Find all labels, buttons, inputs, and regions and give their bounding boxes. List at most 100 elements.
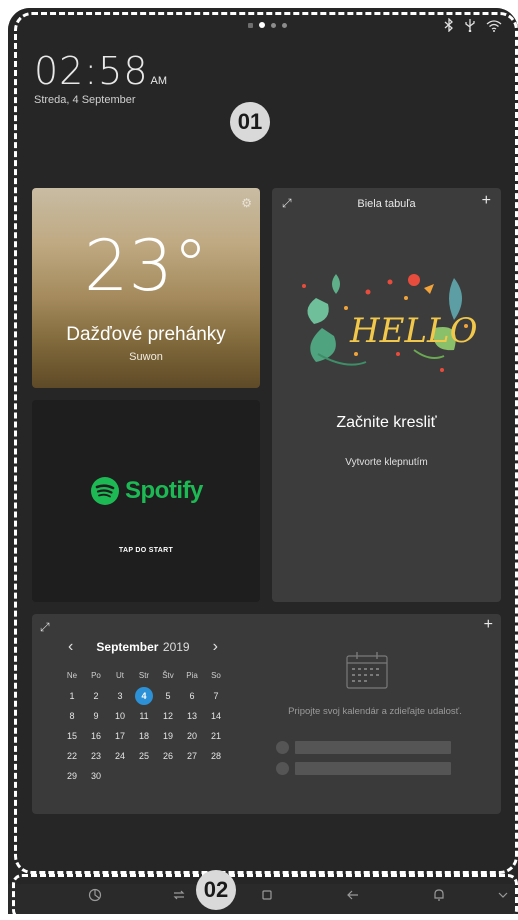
device-frame: 02:58 AM Streda, 4 September ⚙ 23° Dažďov… <box>8 8 518 914</box>
calendar-header: ‹ September 2019 › <box>68 638 218 656</box>
calendar-day[interactable]: 15 <box>60 726 84 746</box>
placeholder-bar <box>295 740 451 754</box>
chevron-right-icon[interactable]: › <box>213 638 218 656</box>
calendar-day[interactable]: 27 <box>180 746 204 766</box>
collapse-icon[interactable] <box>492 888 514 905</box>
calendar-day[interactable]: 11 <box>132 706 156 726</box>
whiteboard-title: Biela tabuľa <box>357 198 416 210</box>
spotify-icon <box>91 477 119 505</box>
hello-text: HELLO <box>349 311 478 351</box>
weekday-label: Pia <box>186 671 198 680</box>
calendar-empty-cell <box>156 766 180 786</box>
weekday-label: Po <box>91 671 101 680</box>
spotify-wordmark: Spotify <box>125 477 203 504</box>
hello-illustration: HELLO <box>302 274 478 372</box>
calendar-day[interactable]: 29 <box>60 766 84 786</box>
calendar-day[interactable]: 17 <box>108 726 132 746</box>
calendar-day[interactable]: 6 <box>180 686 204 706</box>
expand-icon[interactable]: ⤢ <box>40 620 50 635</box>
calendar-year: 2019 <box>162 640 190 654</box>
page-indicator[interactable] <box>248 22 287 28</box>
weekday-label: Str <box>138 671 150 680</box>
apps-icon[interactable] <box>84 888 106 905</box>
calendar-day[interactable]: 22 <box>60 746 84 766</box>
weekday-label: Štv <box>162 671 174 680</box>
placeholder-bar <box>295 761 451 775</box>
calendar-empty-cell <box>204 766 228 786</box>
region-label-01: 01 <box>230 102 270 142</box>
calendar-placeholder-icon <box>346 652 388 689</box>
spotify-tap-label: TAP DO START <box>118 547 174 554</box>
weekday-label: Ne <box>66 671 78 680</box>
back-icon[interactable] <box>342 888 364 905</box>
weather-temperature: 23° <box>83 225 209 307</box>
calendar-day[interactable]: 20 <box>180 726 204 746</box>
recents-icon[interactable] <box>168 888 190 905</box>
spotify-logo: Spotify <box>90 476 203 506</box>
page-dot-active[interactable] <box>259 22 265 28</box>
page-dot[interactable] <box>282 22 287 28</box>
add-icon[interactable]: + <box>482 192 491 210</box>
weather-widget[interactable]: ⚙ 23° Dažďové prehánky Suwon <box>32 188 260 388</box>
calendar-day[interactable]: 12 <box>156 706 180 726</box>
calendar-day[interactable]: 3 <box>108 686 132 706</box>
tap-to-create-label: Vytvorte klepnutím <box>345 457 428 468</box>
bluetooth-icon <box>444 18 453 32</box>
calendar-day[interactable]: 21 <box>204 726 228 746</box>
status-bar <box>8 18 518 38</box>
weekday-label: So <box>211 671 221 680</box>
spotify-widget[interactable]: Spotify TAP DO START <box>32 400 260 602</box>
calendar-day[interactable]: 2 <box>84 686 108 706</box>
page-dot-home[interactable] <box>248 22 253 28</box>
calendar-day[interactable]: 26 <box>156 746 180 766</box>
page-dot[interactable] <box>271 22 276 28</box>
calendar-day[interactable]: 5 <box>156 686 180 706</box>
home-screen: 02:58 AM Streda, 4 September ⚙ 23° Dažďov… <box>8 8 518 880</box>
event-placeholder <box>276 761 451 775</box>
calendar-day[interactable]: 9 <box>84 706 108 726</box>
calendar-day[interactable]: 30 <box>84 766 108 786</box>
placeholder-dot <box>276 740 289 754</box>
weather-condition: Dažďové prehánky <box>66 324 226 345</box>
whiteboard-widget[interactable]: ⤢ Biela tabuľa + HELLO Začnite kresliť V… <box>272 188 501 602</box>
calendar-widget[interactable]: ⤢ + ‹ September 2019 › Ne Po Ut Str Štv Pia So… <box>32 614 501 814</box>
calendar-empty-cell <box>132 766 156 786</box>
gear-icon[interactable]: ⚙ <box>241 196 252 210</box>
event-placeholder <box>276 740 451 754</box>
start-drawing-label: Začnite kresliť <box>336 414 437 431</box>
calendar-day[interactable]: 19 <box>156 726 180 746</box>
calendar-day[interactable]: 8 <box>60 706 84 726</box>
placeholder-dot <box>276 761 289 775</box>
calendar-day[interactable]: 10 <box>108 706 132 726</box>
weekday-label: Ut <box>116 671 124 680</box>
clock-widget[interactable]: 02:58 AM Streda, 4 September <box>34 52 167 106</box>
calendar-day[interactable]: 18 <box>132 726 156 746</box>
calendar-day[interactable]: 24 <box>108 746 132 766</box>
navigation-bar <box>8 884 518 914</box>
usb-icon <box>465 19 475 32</box>
home-icon[interactable] <box>256 888 278 905</box>
clock-time: 02:58 <box>34 49 149 93</box>
calendar-empty-cell <box>180 766 204 786</box>
calendar-day[interactable]: 25 <box>132 746 156 766</box>
calendar-day[interactable]: 23 <box>84 746 108 766</box>
calendar-empty-message: Pripojte svoj kalendár a zdieľajte udalo… <box>288 706 462 717</box>
calendar-day[interactable]: 13 <box>180 706 204 726</box>
calendar-day[interactable]: 7 <box>204 686 228 706</box>
calendar-day[interactable]: 14 <box>204 706 228 726</box>
calendar-grid: Ne Po Ut Str Štv Pia So 1 2 3 4 5 6 7 8 9 10 11 12 13 14 15 16… <box>60 666 228 786</box>
calendar-day[interactable]: 28 <box>204 746 228 766</box>
calendar-empty-cell <box>108 766 132 786</box>
notification-icon[interactable] <box>428 888 450 905</box>
region-label-02: 02 <box>196 870 236 910</box>
calendar-day-today[interactable]: 4 <box>132 686 156 706</box>
status-icons <box>444 18 502 32</box>
chevron-left-icon[interactable]: ‹ <box>68 638 73 656</box>
calendar-day[interactable]: 1 <box>60 686 84 706</box>
add-event-icon[interactable]: + <box>484 616 493 634</box>
calendar-month: September <box>96 640 159 654</box>
calendar-day[interactable]: 16 <box>84 726 108 746</box>
clock-date: Streda, 4 September <box>34 94 136 106</box>
wifi-icon <box>486 19 502 32</box>
weather-location: Suwon <box>129 351 163 363</box>
